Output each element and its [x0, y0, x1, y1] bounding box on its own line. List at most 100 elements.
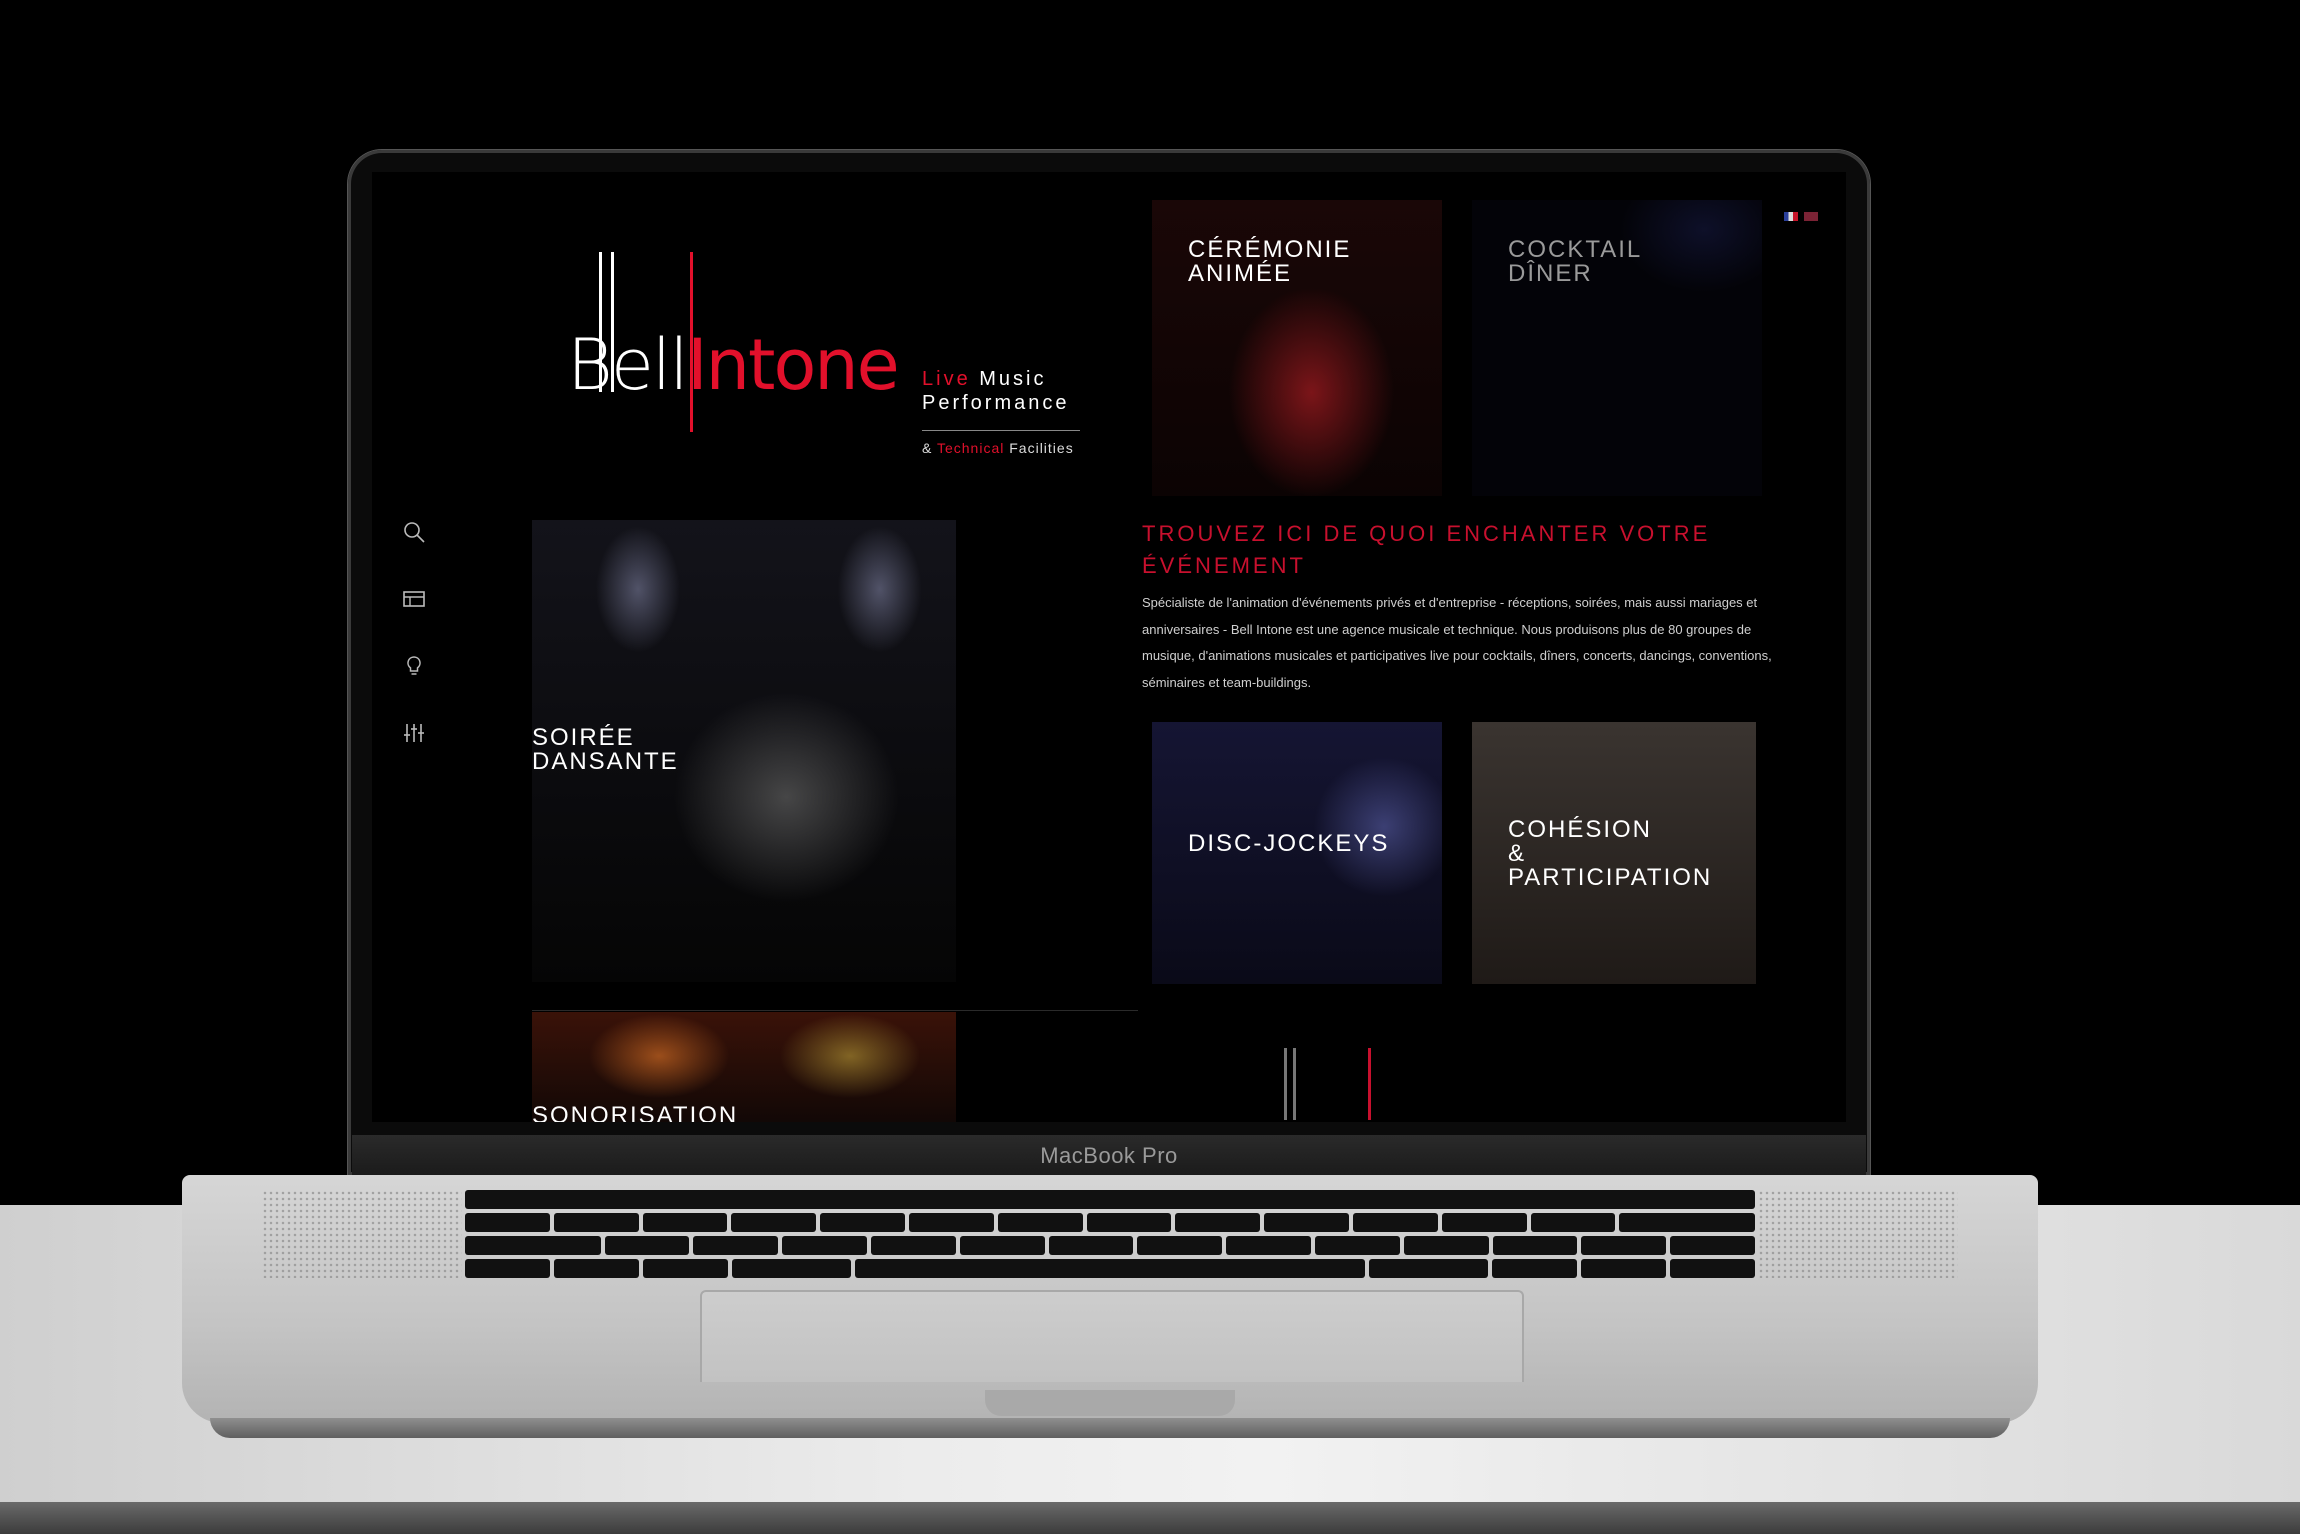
tile-label-line: DISC-JOCKEYS	[1188, 830, 1390, 857]
key[interactable]	[1226, 1236, 1312, 1255]
french-flag-icon[interactable]	[1784, 212, 1798, 221]
key[interactable]	[1137, 1236, 1223, 1255]
language-switcher	[1784, 212, 1818, 221]
key[interactable]	[1403, 1236, 1489, 1255]
logo-word-intone: Intone	[687, 324, 900, 406]
key[interactable]	[465, 1236, 601, 1255]
key[interactable]	[553, 1213, 639, 1232]
laptop-screen: Bell Intone Live Music Performance & Tec…	[372, 172, 1846, 1122]
ideas-button[interactable]	[394, 646, 434, 686]
key[interactable]	[1670, 1259, 1755, 1278]
key[interactable]	[1581, 1236, 1667, 1255]
key[interactable]	[1492, 1236, 1578, 1255]
tagline-live: Live	[922, 368, 971, 390]
tile-label: DISC-JOCKEYS	[1188, 832, 1389, 856]
key[interactable]	[1581, 1259, 1666, 1278]
tile-cocktail-diner[interactable]: COCKTAIL DÎNER	[1472, 200, 1762, 496]
tile-label-line: DANSANTE	[532, 748, 679, 775]
key[interactable]	[1369, 1259, 1488, 1278]
tile-label-line: &	[1508, 840, 1527, 867]
tile-label: COCKTAIL DÎNER	[1508, 238, 1642, 286]
key[interactable]	[1492, 1259, 1577, 1278]
scroll-bar-red	[1368, 1048, 1371, 1120]
tagline-line1: Live Music	[922, 368, 1047, 391]
tile-label-line: PARTICIPATION	[1508, 864, 1713, 891]
keyboard-row	[465, 1190, 1755, 1209]
section-heading: TROUVEZ ICI DE QUOI ENCHANTER VOTRE ÉVÉN…	[1142, 521, 1711, 578]
key[interactable]	[1619, 1213, 1756, 1232]
tile-label-line: CÉRÉMONIE	[1188, 236, 1352, 263]
device-brand-label: MacBook Pro	[1040, 1143, 1178, 1168]
key[interactable]	[1048, 1236, 1134, 1255]
key[interactable]	[732, 1259, 851, 1278]
key[interactable]	[604, 1236, 690, 1255]
intro-paragraph: Spécialiste de l'animation d'événements …	[1142, 595, 1772, 690]
key[interactable]	[731, 1213, 817, 1232]
tagline-performance: Performance	[922, 392, 1070, 414]
touch-bar[interactable]	[465, 1190, 1755, 1209]
tile-label-line: ANIMÉE	[1188, 260, 1293, 287]
key[interactable]	[1264, 1213, 1349, 1232]
key[interactable]	[782, 1236, 868, 1255]
lightbulb-icon	[407, 656, 421, 675]
key[interactable]	[693, 1236, 779, 1255]
scroll-bar	[1284, 1048, 1287, 1120]
tile-label: COHÉSION & PARTICIPATION	[1508, 818, 1712, 890]
speaker-grille-left	[262, 1190, 462, 1278]
tile-label: SOIRÉE DANSANTE	[532, 726, 679, 774]
key[interactable]	[465, 1259, 550, 1278]
key[interactable]	[959, 1236, 1045, 1255]
keyboard-row	[465, 1236, 1756, 1255]
tile-ceremonie-animee[interactable]: CÉRÉMONIE ANIMÉE	[1152, 200, 1442, 496]
keyboard	[465, 1190, 1756, 1278]
scroll-bar	[1293, 1048, 1296, 1120]
side-navigation	[394, 512, 434, 780]
keyboard-row	[465, 1213, 1756, 1232]
tagline-music: Music	[979, 368, 1047, 390]
tile-label-line: COCKTAIL	[1508, 236, 1643, 263]
key[interactable]	[643, 1259, 728, 1278]
search-icon	[404, 522, 425, 543]
tile-sonorisation[interactable]: SONORISATION	[532, 1012, 956, 1122]
tile-soiree-dansante[interactable]: SOIRÉE DANSANTE	[532, 520, 956, 982]
key[interactable]	[1086, 1213, 1172, 1232]
english-flag-icon[interactable]	[1804, 212, 1818, 221]
lid-opening-notch	[985, 1390, 1235, 1416]
key[interactable]	[1441, 1213, 1527, 1232]
trackpad[interactable]	[700, 1290, 1524, 1382]
tile-label-line: SONORISATION	[532, 1102, 739, 1123]
key[interactable]	[997, 1213, 1083, 1232]
tile-label-line: COHÉSION	[1508, 816, 1653, 843]
key[interactable]	[1315, 1236, 1400, 1255]
tile-disc-jockeys[interactable]: DISC-JOCKEYS	[1152, 722, 1442, 984]
equalizer-icon	[404, 724, 424, 742]
key[interactable]	[820, 1213, 905, 1232]
tagline-amp: &	[922, 440, 933, 456]
tagline-facilities: Facilities	[1009, 440, 1074, 456]
tagline-divider	[922, 430, 1080, 431]
speaker-grille-right	[1758, 1190, 1958, 1278]
tile-label: SONORISATION	[532, 1102, 739, 1123]
tile-label: CÉRÉMONIE ANIMÉE	[1188, 238, 1351, 286]
keyboard-row	[465, 1259, 1755, 1278]
key[interactable]	[554, 1259, 639, 1278]
search-button[interactable]	[394, 512, 434, 552]
tagline-technical: Technical	[936, 440, 1005, 456]
key[interactable]	[642, 1213, 728, 1232]
catalog-icon	[403, 591, 425, 607]
catalog-button[interactable]	[394, 579, 434, 619]
key[interactable]	[1530, 1213, 1616, 1232]
logo-word-bell: Bell	[567, 324, 689, 406]
desk-edge	[0, 1502, 2300, 1534]
spacebar[interactable]	[855, 1259, 1365, 1278]
tile-cohesion-participation[interactable]: COHÉSION & PARTICIPATION	[1472, 722, 1756, 984]
key[interactable]	[1352, 1213, 1438, 1232]
key[interactable]	[465, 1213, 550, 1232]
technical-button[interactable]	[394, 713, 434, 753]
tagline-line3: & Technical Facilities	[922, 440, 1074, 456]
key[interactable]	[1670, 1236, 1756, 1255]
site-logo[interactable]: Bell Intone	[567, 252, 947, 432]
key[interactable]	[1175, 1213, 1261, 1232]
key[interactable]	[871, 1236, 956, 1255]
key[interactable]	[908, 1213, 994, 1232]
